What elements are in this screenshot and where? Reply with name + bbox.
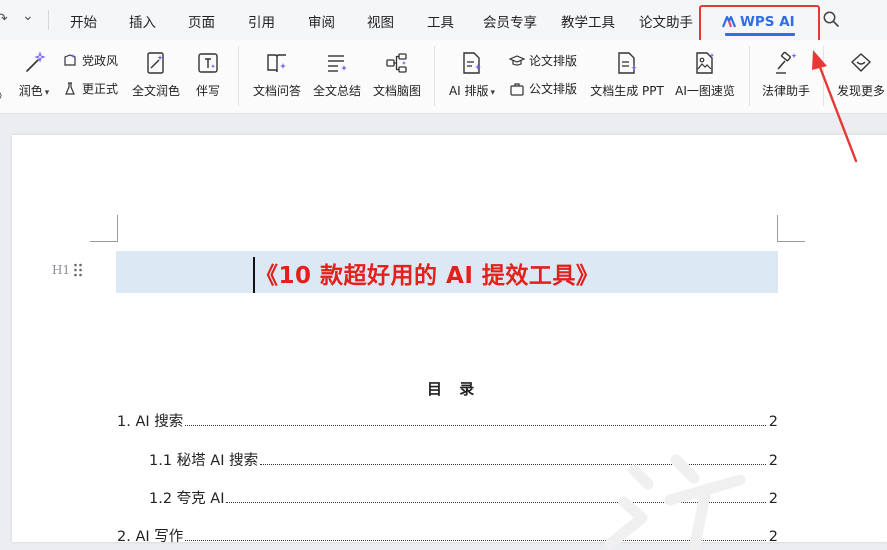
margin-marker xyxy=(117,215,118,241)
tab-home[interactable]: 开始 xyxy=(70,11,97,31)
book-sparkle-icon xyxy=(267,54,286,73)
style-icon xyxy=(64,53,76,66)
tab-teaching[interactable]: 教学工具 xyxy=(561,11,615,31)
toc-entry-text: 1. AI 搜索 xyxy=(117,414,184,430)
chevron-down-icon[interactable]: ⌄ xyxy=(22,8,34,24)
gavel-icon xyxy=(776,51,797,74)
ai-layout-label: AI 排版 xyxy=(448,84,489,98)
toc-leader xyxy=(185,540,766,541)
toc-page-number: 2 xyxy=(768,414,778,430)
tab-tools[interactable]: 工具 xyxy=(427,11,454,31)
cut-off-label: 》 xyxy=(0,87,8,104)
divider xyxy=(48,10,49,30)
toc-heading: 目 录 xyxy=(427,380,481,398)
toc-entry-text: 1.1 秘塔 AI 搜索 xyxy=(149,453,259,469)
divider xyxy=(823,46,824,106)
full-summary-button[interactable]: 全文总结 xyxy=(311,40,363,99)
official-layout-button[interactable]: 公文排版 xyxy=(509,80,577,97)
highlight-box xyxy=(699,5,820,43)
tab-insert[interactable]: 插入 xyxy=(129,11,156,31)
ai-layout-button[interactable]: AI 排版 ▾ xyxy=(446,40,498,99)
ribbon-toolbar: 润色▾ ⟩ 》 党政风 更正式 全文润色 伴写 xyxy=(0,40,887,114)
party-style-label: 党政风 xyxy=(82,54,119,68)
document-ppt-icon xyxy=(618,52,637,74)
document-page[interactable] xyxy=(12,135,887,542)
toc-entry[interactable]: 1.1 秘塔 AI 搜索 2 xyxy=(149,449,778,470)
co-write-button[interactable]: 伴写 xyxy=(193,40,223,99)
tab-view[interactable]: 视图 xyxy=(367,11,394,31)
toc-entry[interactable]: 2. AI 写作 2 xyxy=(117,525,778,546)
divider xyxy=(434,46,435,106)
thesis-layout-label: 论文排版 xyxy=(529,54,578,68)
gen-ppt-label: 文档生成 PPT xyxy=(590,84,664,98)
ai-image-read-label: AI一图速览 xyxy=(675,84,735,98)
more-formal-button[interactable]: 更正式 xyxy=(62,80,118,97)
discover-more-button[interactable]: 发现更多 xyxy=(835,40,887,99)
legal-assistant-button[interactable]: 法律助手 xyxy=(761,40,811,99)
party-style-button[interactable]: 党政风 xyxy=(62,52,118,69)
mind-map-label: 文档脑图 xyxy=(372,84,421,98)
graduation-cap-icon xyxy=(509,54,525,66)
divider xyxy=(238,46,239,106)
full-summary-label: 全文总结 xyxy=(312,84,361,98)
text-cursor-icon xyxy=(198,53,218,73)
ai-image-read-button[interactable]: AI一图速览 xyxy=(674,40,736,99)
toc-page-number: 2 xyxy=(768,453,778,469)
toc-entry-text: 1.2 夸克 AI xyxy=(149,491,225,507)
bottle-icon xyxy=(65,81,75,95)
margin-marker xyxy=(777,215,778,241)
tab-review[interactable]: 审阅 xyxy=(308,11,335,31)
mind-map-icon xyxy=(386,53,407,73)
toc-leader xyxy=(185,425,766,426)
polish-button[interactable]: 润色 ▾ xyxy=(14,40,54,99)
summary-lines-icon xyxy=(328,55,347,72)
co-write-label: 伴写 xyxy=(195,84,220,98)
more-formal-label: 更正式 xyxy=(82,82,119,96)
image-sparkle-icon xyxy=(696,52,715,74)
full-polish-label: 全文润色 xyxy=(131,84,180,98)
briefcase-icon xyxy=(510,82,524,96)
heading-level-marker: H1 xyxy=(52,263,71,277)
toc-page-number: 2 xyxy=(768,529,778,545)
toc-entry[interactable]: 1. AI 搜索 2 xyxy=(117,410,778,431)
margin-marker xyxy=(90,241,118,242)
document-sparkle-icon xyxy=(463,52,481,74)
tab-member[interactable]: 会员专享 xyxy=(483,11,537,31)
tab-page[interactable]: 页面 xyxy=(188,11,215,31)
doc-qa-button[interactable]: 文档问答 xyxy=(251,40,303,99)
document-wand-icon xyxy=(147,52,164,74)
toc-leader xyxy=(226,502,766,503)
magic-wand-icon xyxy=(26,51,46,72)
menu-bar: ↷ ⌄ 开始 插入 页面 引用 审阅 视图 工具 会员专享 教学工具 论文助手 … xyxy=(0,0,887,43)
mind-map-button[interactable]: 文档脑图 xyxy=(371,40,423,99)
tab-references[interactable]: 引用 xyxy=(248,11,275,31)
toc-entry-text: 2. AI 写作 xyxy=(117,529,184,545)
gen-ppt-button[interactable]: 文档生成 PPT xyxy=(590,40,664,99)
official-layout-label: 公文排版 xyxy=(529,82,578,96)
thesis-layout-button[interactable]: 论文排版 xyxy=(509,52,577,69)
tab-thesis[interactable]: 论文助手 xyxy=(639,11,693,31)
drag-handle-icon[interactable] xyxy=(73,263,83,277)
divider xyxy=(749,46,750,106)
full-polish-button[interactable]: 全文润色 xyxy=(130,40,182,99)
toc-page-number: 2 xyxy=(768,491,778,507)
redo-icon[interactable]: ↷ xyxy=(0,11,8,27)
legal-assistant-label: 法律助手 xyxy=(761,84,810,98)
doc-qa-label: 文档问答 xyxy=(252,84,301,98)
document-title[interactable]: 《10 款超好用的 AI 提效工具》 xyxy=(255,256,599,290)
discover-more-label: 发现更多 xyxy=(836,84,885,98)
search-icon[interactable] xyxy=(822,10,840,28)
margin-marker xyxy=(777,241,805,242)
polish-label: 润色 xyxy=(18,84,43,98)
toc-leader xyxy=(260,464,766,465)
diamond-icon xyxy=(851,53,871,72)
toc-entry[interactable]: 1.2 夸克 AI 2 xyxy=(149,487,778,508)
